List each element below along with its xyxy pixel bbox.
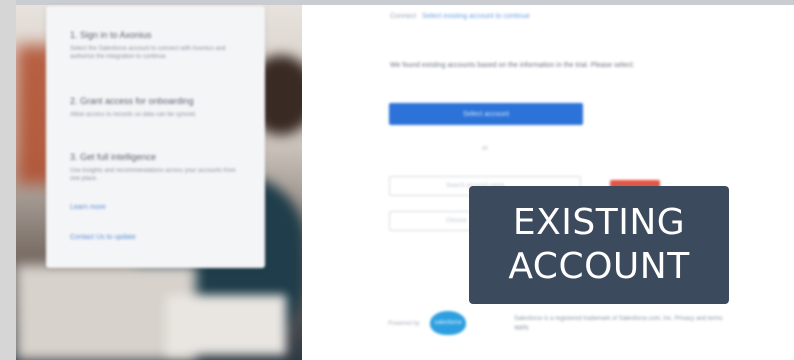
learn-more-link[interactable]: Learn more: [70, 204, 106, 211]
existing-account-caption: EXISTING ACCOUNT: [469, 186, 729, 304]
step-description: Allow access to records so data can be s…: [70, 112, 197, 118]
caption-line-2: ACCOUNT: [508, 246, 690, 287]
window-left-edge: [0, 0, 16, 360]
contact-us-link[interactable]: Contact Us to update: [70, 234, 136, 241]
step-title: 1. Sign in to Axonius: [70, 30, 152, 40]
onboarding-steps-card: 1. Sign in to Axonius Select the Salesfo…: [46, 6, 265, 268]
breadcrumb-link[interactable]: Select existing account to continue: [422, 13, 530, 20]
salesforce-logo: salesforce: [430, 311, 466, 335]
step-full-intelligence: 3. Get full intelligence Use insights an…: [70, 152, 246, 183]
caption-line-1: EXISTING: [512, 202, 686, 243]
step-description: Use insights and recommendations across …: [70, 168, 236, 182]
or-separator: or: [482, 145, 489, 152]
photo-shape: [166, 295, 286, 355]
select-account-button[interactable]: Select account: [389, 103, 583, 125]
footer-legal-text: Salesforce is a registered trademark of …: [514, 316, 723, 331]
step-title: 2. Grant access for onboarding: [70, 96, 194, 106]
powered-by-label: Powered by: [388, 321, 420, 327]
breadcrumb: Connect Select existing account to conti…: [390, 13, 530, 20]
instructions-text: We found existing accounts based on the …: [390, 62, 635, 69]
breadcrumb-prefix: Connect: [390, 13, 417, 20]
step-description: Select the Salesforce account to connect…: [70, 46, 226, 60]
step-title: 3. Get full intelligence: [70, 152, 157, 162]
main-content: Connect Select existing account to conti…: [302, 5, 794, 360]
step-sign-in: 1. Sign in to Axonius Select the Salesfo…: [70, 30, 246, 61]
step-grant-access: 2. Grant access for onboarding Allow acc…: [70, 96, 246, 119]
